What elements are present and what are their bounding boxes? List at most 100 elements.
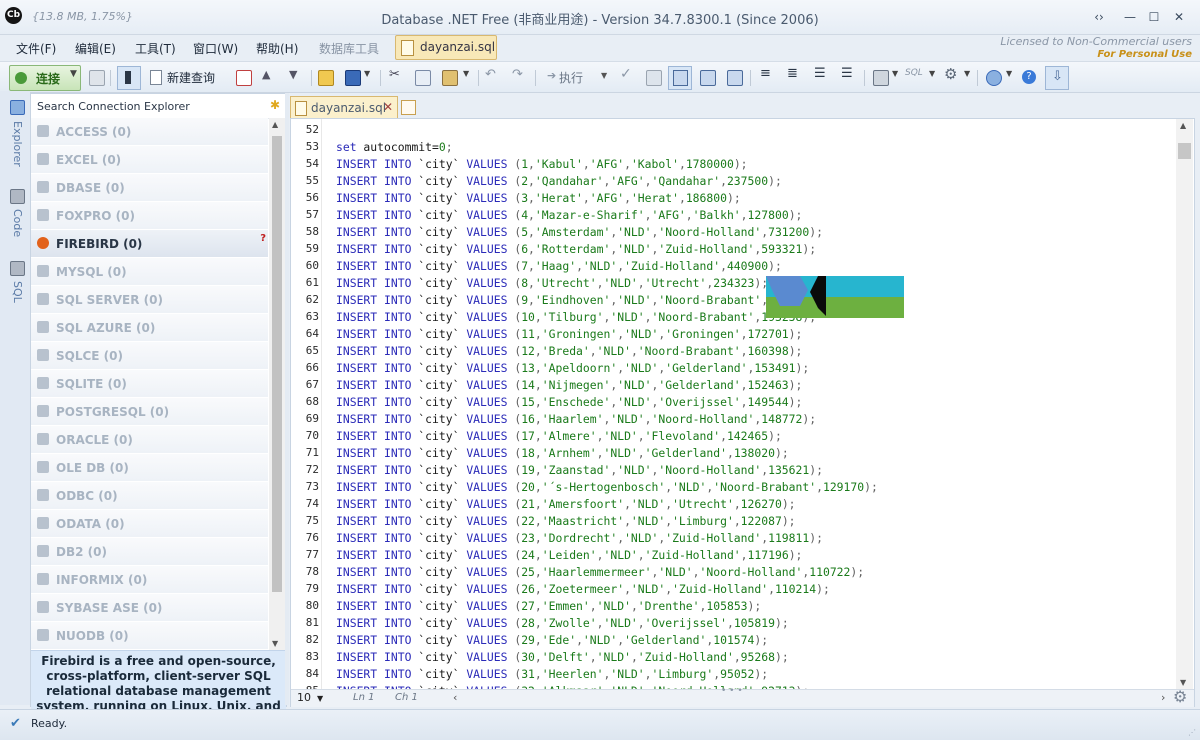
connection-item[interactable]: SQL SERVER (0) [31,286,268,314]
connection-item[interactable]: DBASE (0) [31,174,268,202]
comment-icon[interactable]: ≣ [787,66,801,88]
connection-item[interactable]: SQL AZURE (0) [31,314,268,342]
connection-item[interactable]: NUODB (0) [31,622,268,650]
outdent-icon[interactable]: ☰ [814,66,828,88]
connection-item[interactable]: SQLCE (0) [31,342,268,370]
execute-button[interactable]: ➔ 执行 ▼ [545,66,607,88]
maximize-button[interactable]: ☐ [1145,9,1163,25]
tab-explorer[interactable]: Explorer [6,121,24,167]
scroll-right-icon[interactable]: › [1161,691,1165,704]
menu-file[interactable]: 文件(F) [16,40,56,57]
print-icon[interactable] [873,70,889,86]
tab-sql[interactable]: SQL [6,281,24,303]
help-mark-icon[interactable]: ? [260,233,266,244]
cut-icon[interactable]: ✂ [389,67,403,89]
help-icon[interactable]: ? [1022,70,1036,84]
file-tab[interactable]: dayanzai.sql [395,35,497,60]
resize-grip-icon[interactable]: • • • [721,686,743,696]
restore-arrows-button[interactable]: ‹› [1090,9,1108,25]
text-view-icon[interactable] [700,70,716,86]
connection-item[interactable]: ODBC (0) [31,482,268,510]
web-dropdown-icon[interactable]: ▼ [1006,69,1014,91]
connection-item[interactable]: EXCEL (0) [31,146,268,174]
menu-database-tools[interactable]: 数据库工具 [319,40,379,57]
redo-icon[interactable]: ↷ [512,67,526,89]
scroll-down-icon[interactable]: ▼ [272,639,278,648]
connection-item[interactable]: SYBASE ASE (0) [31,594,268,622]
web-icon[interactable] [986,70,1002,86]
print-dropdown-icon[interactable]: ▼ [892,69,900,91]
toggle-explorer-button[interactable] [117,66,141,90]
close-button[interactable]: ✕ [1170,9,1188,25]
new-tab-button[interactable] [401,100,416,115]
panel-splitter[interactable] [285,93,289,705]
copy-icon[interactable] [415,70,431,86]
editor-scrollbar[interactable]: ▲ ▼ [1176,119,1193,689]
line-number: 55 [305,174,319,187]
format-icon[interactable] [646,70,662,86]
connection-item[interactable]: SQLITE (0) [31,370,268,398]
scroll-left-icon[interactable]: ‹ [453,691,457,704]
connection-item[interactable]: MYSQL (0) [31,258,268,286]
menu-help[interactable]: 帮助(H) [256,40,298,57]
paste-dropdown-icon[interactable]: ▼ [463,69,471,91]
connection-item[interactable]: INFORMIX (0) [31,566,268,594]
database-icon [37,573,49,585]
database-icon [37,433,49,445]
new-query-button[interactable]: 新建查询 [148,66,228,88]
document-tab[interactable]: dayanzai.sql ✕ [290,96,398,119]
check-syntax-icon[interactable]: ✓ [620,66,634,88]
scroll-up-icon[interactable]: ▲ [272,120,278,129]
favorites-star-icon[interactable]: ✱ [270,98,280,112]
connection-item[interactable]: FOXPRO (0) [31,202,268,230]
paste-icon[interactable] [442,70,458,86]
move-up-icon[interactable]: ▲ [262,68,276,90]
scrollbar-thumb[interactable] [272,136,282,592]
move-down-icon[interactable]: ▼ [289,68,303,90]
sql-editor[interactable]: 52 53 54 55 56 57 58 59 60 61 62 63 64 65 66 67 68 69 70 71… [290,118,1195,707]
line-number: 53 [305,140,319,153]
line-number: 71 [305,446,319,459]
search-connection-input[interactable]: Search Connection Explorer ✱ [31,94,286,119]
code-area[interactable]: set autocommit=0; INSERT INTO `city` VALU… [322,119,1176,689]
connection-item[interactable]: POSTGRESQL (0) [31,398,268,426]
database-icon [37,293,49,305]
menu-window[interactable]: 窗口(W) [193,40,238,57]
align-icon[interactable]: ≡ [760,66,774,88]
split-view-icon[interactable] [727,70,743,86]
settings-dropdown-icon[interactable]: ▼ [964,69,972,91]
refresh-icon[interactable] [89,70,105,86]
grid-view-button[interactable] [668,66,692,90]
connection-item[interactable]: OLE DB (0) [31,454,268,482]
scroll-up-icon[interactable]: ▲ [1180,121,1186,130]
settings-gear-icon[interactable]: ⚙ [944,65,960,87]
connection-item[interactable]: DB2 (0) [31,538,268,566]
connection-item[interactable]: ACCESS (0) [31,118,268,146]
scroll-down-icon[interactable]: ▼ [1180,678,1186,687]
connection-item[interactable]: ORACLE (0) [31,426,268,454]
minimize-button[interactable]: — [1121,9,1139,25]
connection-item[interactable]: FIREBIRD (0)? [31,230,268,258]
menu-tools[interactable]: 工具(T) [135,40,176,57]
indent-icon[interactable]: ☰ [841,66,855,88]
scrollbar-thumb[interactable] [1178,143,1191,159]
connect-button[interactable]: 连接 ▼ [9,65,81,91]
connection-item[interactable]: ODATA (0) [31,510,268,538]
sql-dropdown-icon[interactable]: ▼ [929,69,937,91]
close-tab-icon[interactable]: ✕ [383,100,393,114]
save-dropdown-icon[interactable]: ▼ [364,69,372,91]
resize-grip-icon[interactable]: ⋰ [1188,728,1196,737]
zoom-select[interactable]: 10 ▼ [297,691,323,704]
save-icon[interactable] [345,70,361,86]
menu-edit[interactable]: 编辑(E) [75,40,116,57]
undo-icon[interactable]: ↶ [485,67,499,89]
download-button[interactable]: ⇩ [1045,66,1069,90]
editor-settings-icon[interactable]: ⚙ [1173,687,1191,706]
close-query-icon[interactable] [236,70,252,86]
tab-code[interactable]: Code [6,209,24,237]
explorer-scrollbar[interactable]: ▲ ▼ [269,118,285,650]
code-line: INSERT INTO `city` VALUES (22,'Maastrich… [336,514,796,528]
sql-builder-icon[interactable]: SQL [905,68,927,90]
open-folder-icon[interactable] [318,70,334,86]
connection-item-label: POSTGRESQL (0) [56,405,170,419]
